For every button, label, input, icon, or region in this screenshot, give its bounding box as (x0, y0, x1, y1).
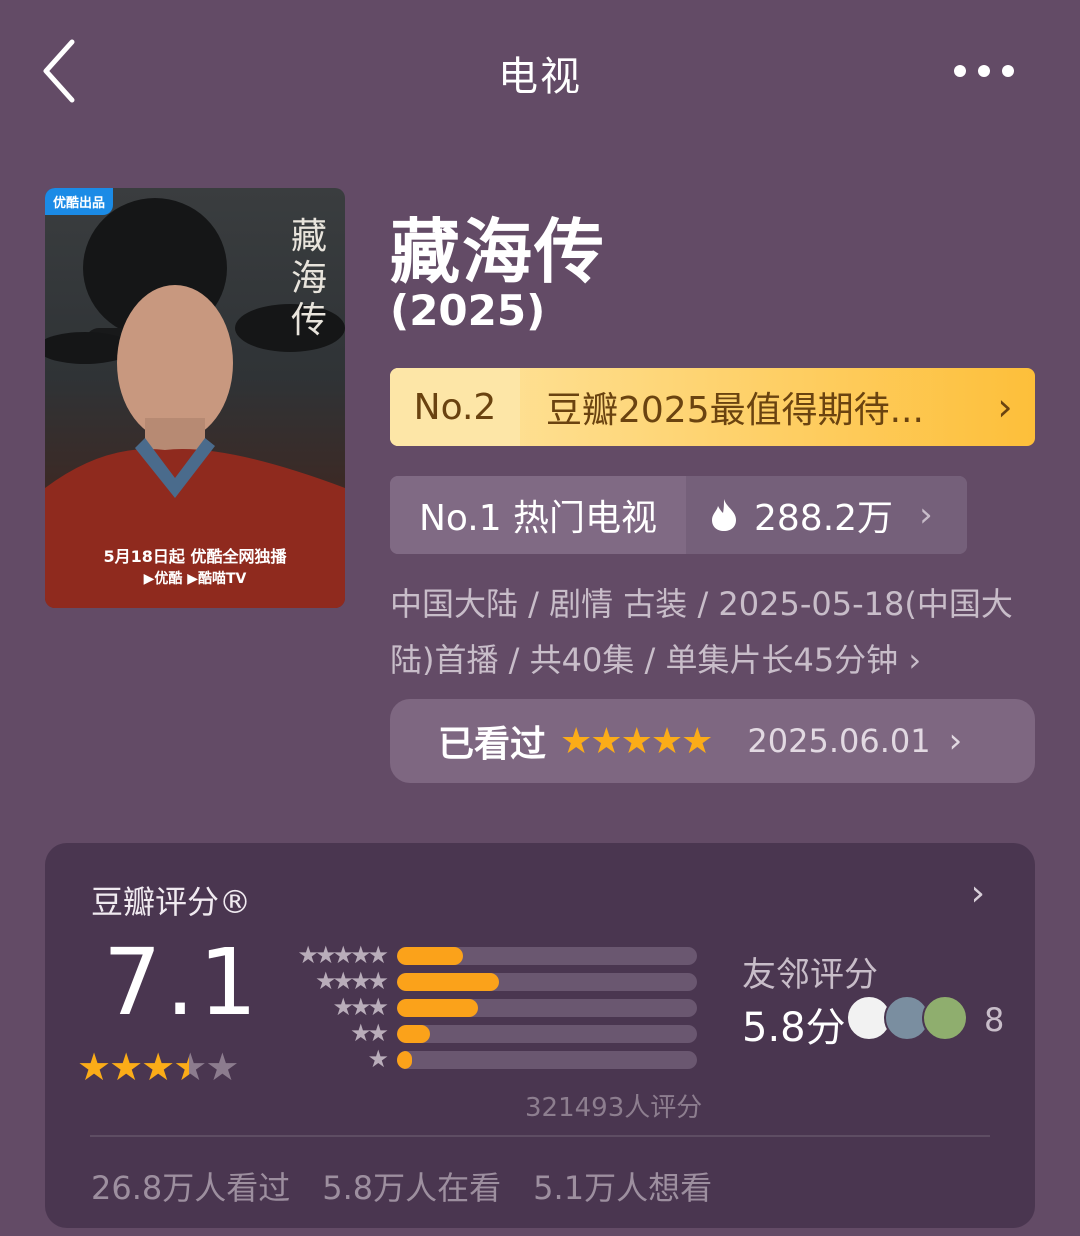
chevron-right-icon: › (997, 385, 1013, 429)
avatar (922, 995, 968, 1041)
distribution-bar-fill (397, 999, 478, 1017)
rating-count: 321493人评分 (525, 1093, 703, 1123)
show-year: (2025) (390, 286, 546, 335)
watched-date: 2025.06.01 (747, 722, 931, 760)
distribution-bar-fill (397, 973, 499, 991)
friends-rating-score: 5.8分 (742, 1005, 846, 1051)
fire-icon (712, 499, 736, 531)
stat-want: 5.1万人想看 (533, 1169, 713, 1207)
chevron-right-icon[interactable]: › (971, 873, 985, 914)
more-icon[interactable] (950, 50, 1020, 92)
page-title: 电视 (498, 54, 582, 100)
distribution-stars-5-icon: ★★★★★ (297, 941, 389, 969)
audience-stats: 26.8万人看过 5.8万人在看 5.1万人想看 (91, 1163, 744, 1209)
distribution-bar-1 (397, 1051, 697, 1069)
distribution-bar-5 (397, 947, 697, 965)
poster-badge: 优酷出品 (45, 188, 114, 215)
chevron-right-icon: › (919, 495, 933, 535)
chevron-right-icon: › (948, 721, 963, 761)
distribution-stars-2-icon: ★★ (349, 1019, 389, 1047)
friends-rating-count: 8 (984, 1001, 1005, 1039)
distribution-bar-fill (397, 1025, 430, 1043)
distribution-stars-4-icon: ★★★★ (314, 967, 389, 995)
show-title: 藏海传 (390, 211, 606, 293)
distribution-stars-3-icon: ★★★ (332, 993, 389, 1021)
watched-status: 已看过 (438, 724, 547, 765)
show-meta[interactable]: 中国大陆 / 剧情 古装 / 2025-05-18(中国大陆)首播 / 共40集… (390, 576, 1030, 688)
rating-title: 豆瓣评分® (91, 883, 252, 921)
rating-card[interactable]: 豆瓣评分® › 7.1 ★★★★★ ★★★★★ ★★★★ ★★★ ★★ ★ 321493… (45, 843, 1035, 1228)
poster-release-line: 5月18日起 优酷全网独播 (103, 547, 287, 566)
hot-rank-label: No.1 热门电视 (390, 476, 686, 554)
poster-image[interactable]: 优酷出品 藏海传 5月18日起 优酷全网独播 ▶优酷 ▶酷喵TV (45, 188, 345, 608)
stat-watching: 5.8万人在看 (322, 1169, 502, 1207)
divider (90, 1135, 990, 1137)
distribution-bar-fill (397, 1051, 412, 1069)
friends-rating-label: 友邻评分 (742, 955, 878, 995)
rank-list-text: 豆瓣2025最值得期待... (546, 390, 924, 431)
distribution-bar-fill (397, 947, 463, 965)
poster-platform-line: ▶优酷 ▶酷喵TV (143, 571, 247, 587)
user-rating-stars-icon: ★★★★★ (560, 720, 713, 762)
watched-status-bar[interactable]: 已看过 ★★★★★ 2025.06.01 › (390, 699, 1035, 783)
rating-score: 7.1 (103, 929, 262, 1036)
hot-rank-banner[interactable]: No.1 热门电视 288.2万 › (390, 476, 967, 554)
poster-vertical-title: 藏海传 (290, 216, 327, 341)
rank-list-banner[interactable]: No.2 豆瓣2025最值得期待... › (390, 368, 1035, 446)
distribution-bar-4 (397, 973, 697, 991)
friends-rating[interactable]: 友邻评分 5.8分 8 (742, 947, 1004, 1051)
distribution-bar-3 (397, 999, 697, 1017)
rating-stars-icon: ★★★★★ (77, 1045, 239, 1089)
hot-rank-count: 288.2万 (754, 498, 894, 539)
rank-list-number: No.2 (390, 368, 520, 446)
distribution-stars-1-icon: ★ (367, 1045, 388, 1073)
stat-watched: 26.8万人看过 (91, 1169, 291, 1207)
distribution-bar-2 (397, 1025, 697, 1043)
